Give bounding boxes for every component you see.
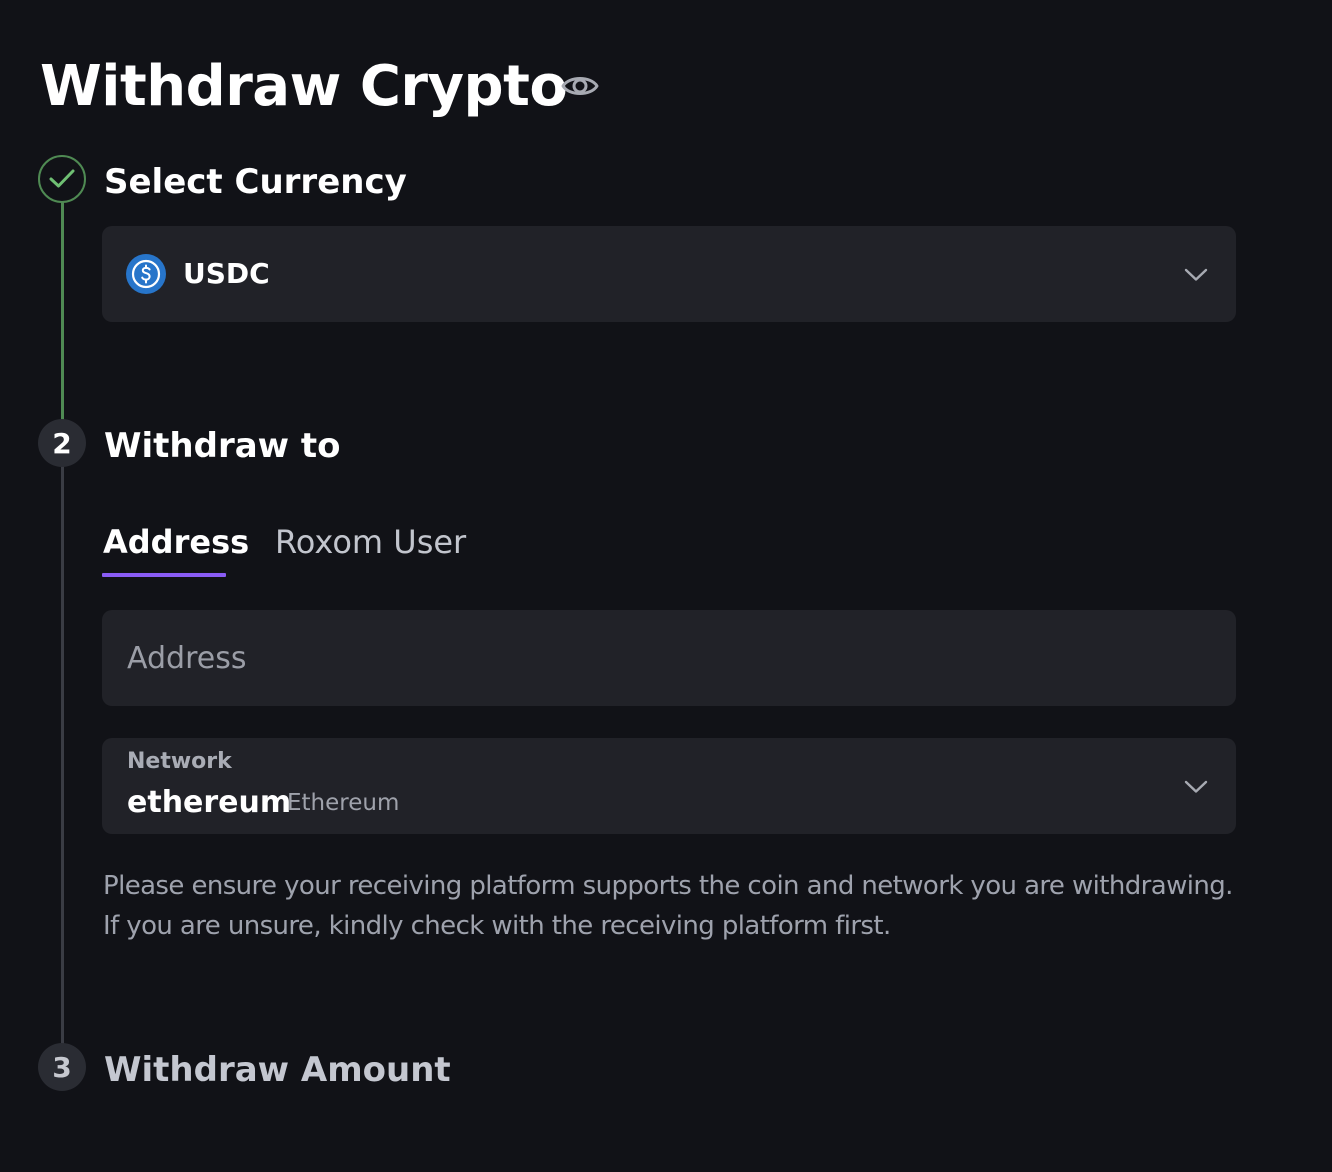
check-icon bbox=[49, 169, 75, 188]
eye-icon[interactable] bbox=[560, 68, 600, 104]
network-sub-label: Ethereum bbox=[287, 790, 400, 816]
network-select[interactable]: Network ethereum Ethereum bbox=[102, 738, 1236, 834]
address-field[interactable] bbox=[102, 610, 1236, 706]
step-connector-done bbox=[61, 202, 64, 420]
tab-roxom-user[interactable]: Roxom User bbox=[275, 520, 466, 564]
active-tab-indicator bbox=[102, 573, 226, 577]
currency-select[interactable]: USDC bbox=[102, 226, 1236, 322]
hint-line-2: If you are unsure, kindly check with the… bbox=[103, 911, 891, 941]
step-2-badge: 2 bbox=[38, 419, 86, 467]
step-1-title: Select Currency bbox=[104, 162, 407, 202]
network-value: ethereum bbox=[127, 785, 292, 820]
network-warning-text: Please ensure your receiving platform su… bbox=[103, 866, 1283, 946]
network-label: Network bbox=[127, 749, 232, 774]
chevron-down-icon bbox=[1184, 780, 1208, 793]
step-2-title: Withdraw to bbox=[104, 426, 341, 466]
step-connector-pending bbox=[61, 466, 64, 1044]
page-title: Withdraw Crypto bbox=[40, 54, 568, 119]
address-input[interactable] bbox=[102, 610, 1236, 706]
step-3-badge: 3 bbox=[38, 1043, 86, 1091]
tab-address[interactable]: Address bbox=[103, 520, 249, 564]
withdraw-crypto-page: Withdraw Crypto Select Currency USDC 2 W… bbox=[0, 0, 1332, 1172]
step-1-badge bbox=[38, 155, 86, 203]
chevron-down-icon bbox=[1184, 268, 1208, 281]
step-3-title: Withdraw Amount bbox=[104, 1050, 451, 1090]
currency-value: USDC bbox=[183, 257, 270, 290]
hint-line-1: Please ensure your receiving platform su… bbox=[103, 871, 1233, 901]
usdc-icon bbox=[126, 254, 166, 294]
